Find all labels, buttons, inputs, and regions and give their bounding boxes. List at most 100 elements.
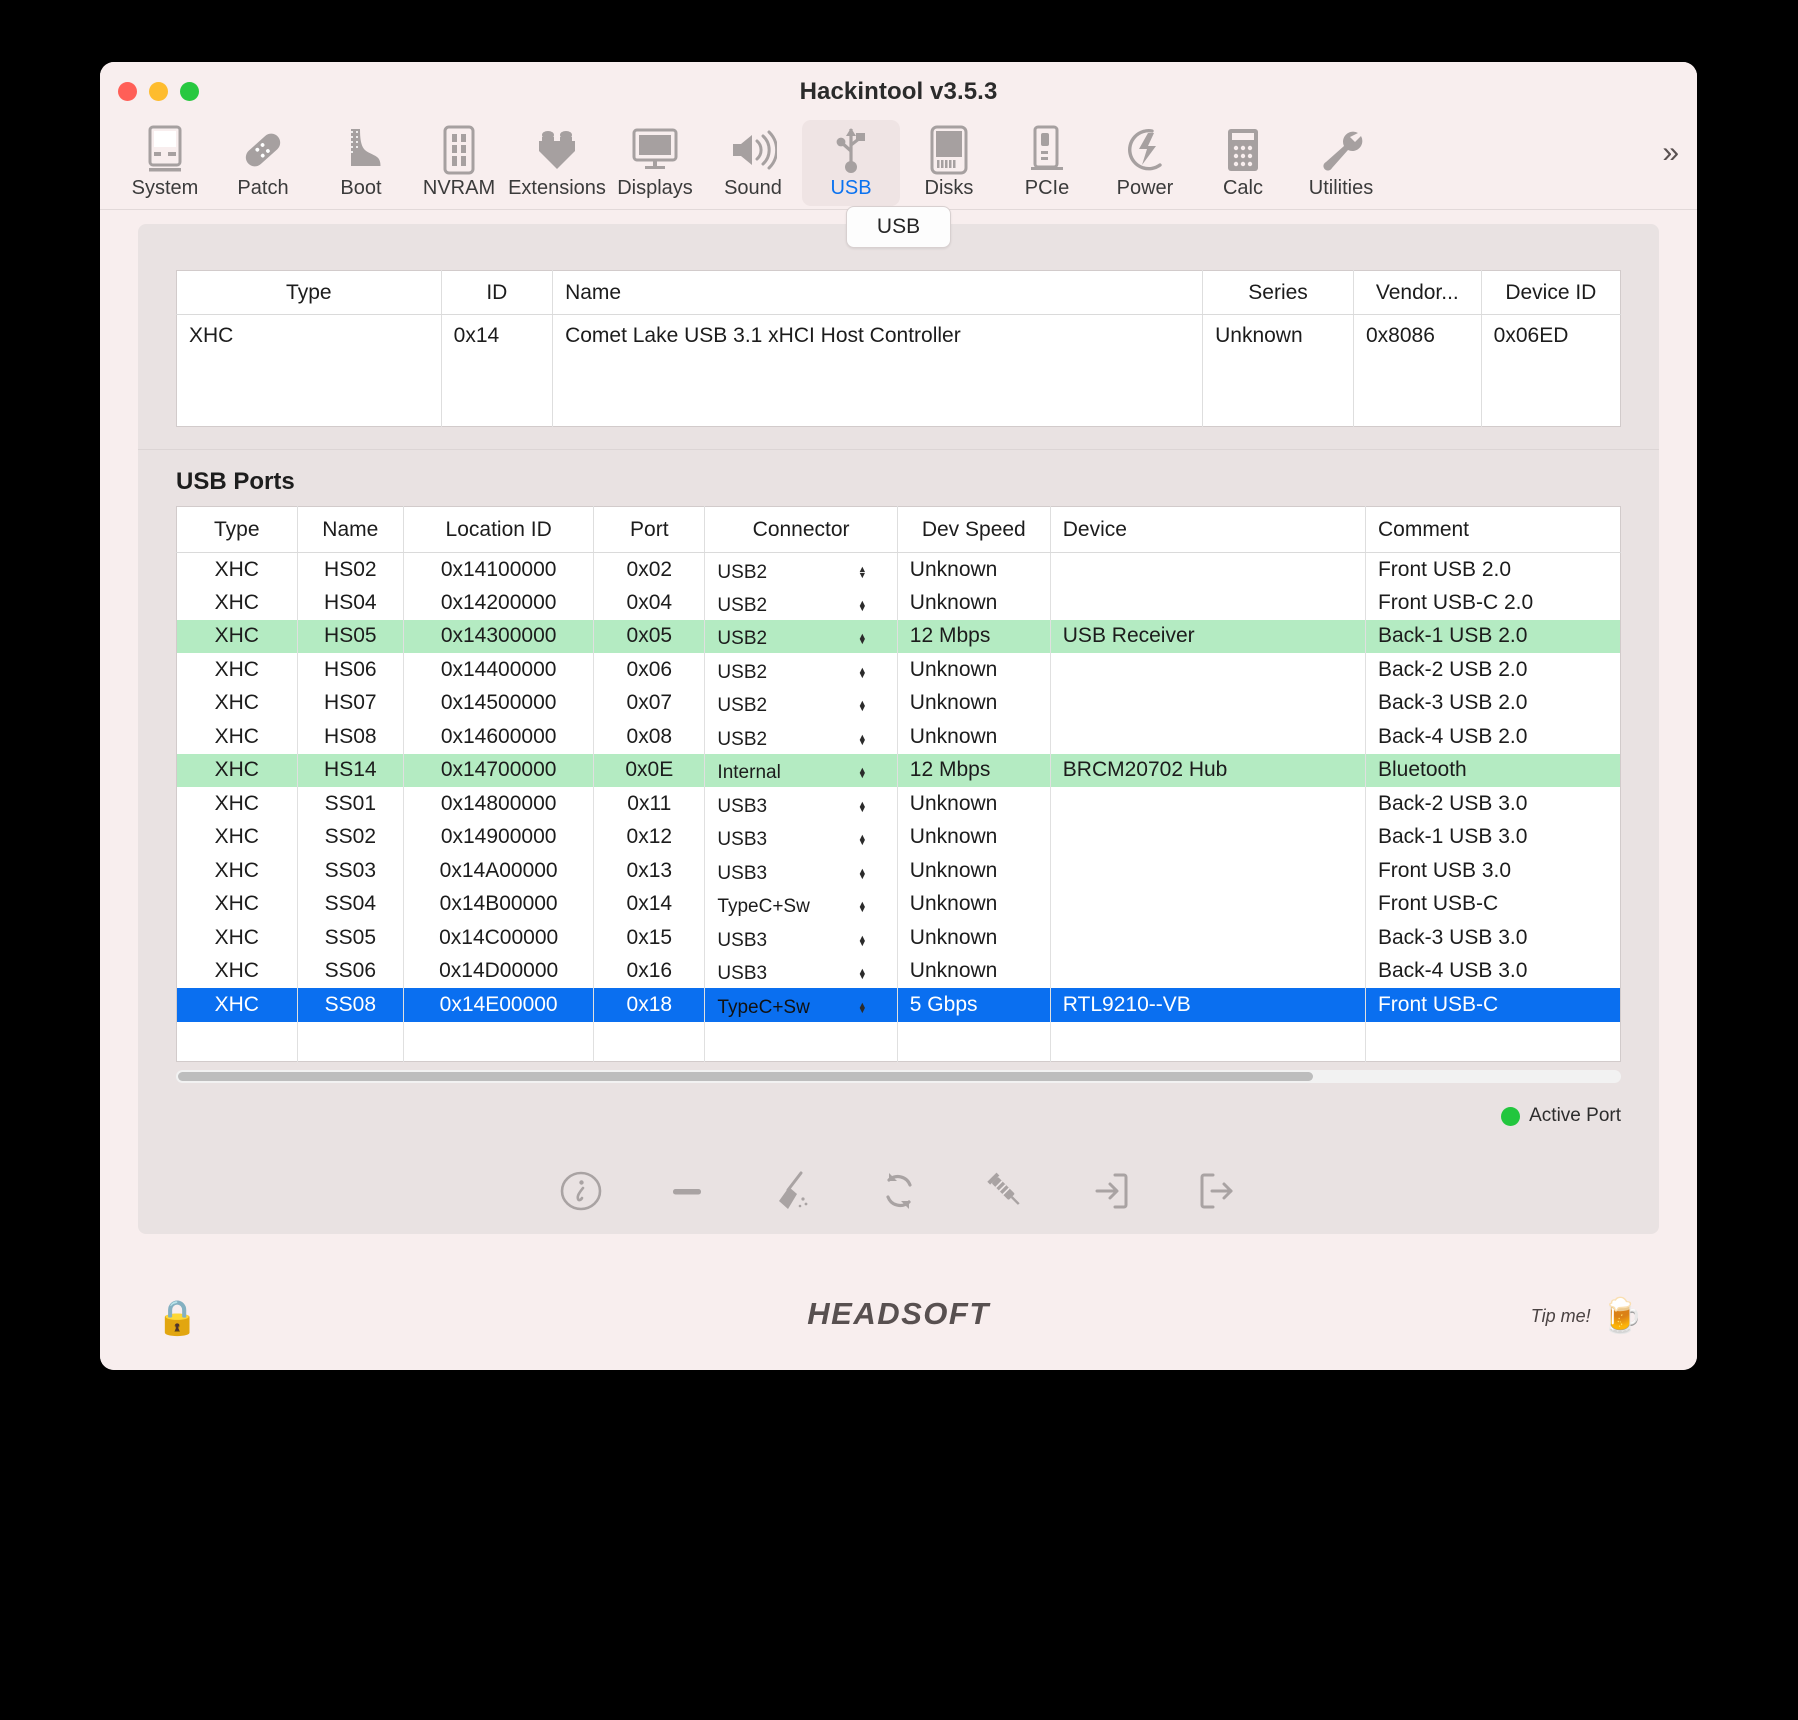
scrollbar-thumb[interactable] xyxy=(178,1072,1313,1081)
toolbar-item-pcie[interactable]: PCIe xyxy=(998,120,1096,206)
cell-location-id: 0x14600000 xyxy=(403,720,595,754)
column-header-type[interactable]: Type xyxy=(176,270,442,315)
table-row[interactable]: XHC HS04 0x14200000 0x04 USB2 ▲ ▼ Unknown Front … xyxy=(176,586,1621,620)
chevron-updown-icon[interactable]: ▲ ▼ xyxy=(858,967,867,981)
toolbar-item-calc[interactable]: Calc xyxy=(1194,120,1292,206)
chevron-updown-icon[interactable]: ▲ ▼ xyxy=(858,799,867,813)
chevron-updown-icon[interactable]: ▲ ▼ xyxy=(858,598,867,612)
toolbar-item-nvram[interactable]: NVRAM xyxy=(410,120,508,206)
chevron-updown-icon[interactable]: ▲ ▼ xyxy=(858,699,867,713)
cell-comment: Back-2 USB 3.0 xyxy=(1377,791,1528,815)
table-row[interactable]: XHC SS01 0x14800000 0x11 USB3 ▲ ▼ Unknown Back-2… xyxy=(176,787,1621,821)
refresh-icon[interactable] xyxy=(873,1165,925,1217)
connector-dropdown[interactable]: USB3 ▲ ▼ xyxy=(704,954,898,988)
column-header-dev-speed[interactable]: Dev Speed xyxy=(897,506,1051,553)
connector-dropdown[interactable]: USB2 ▲ ▼ xyxy=(704,653,898,687)
connector-dropdown[interactable]: USB2 ▲ ▼ xyxy=(704,686,898,720)
connector-dropdown[interactable]: TypeC+Sw ▲ ▼ xyxy=(704,887,898,921)
broom-icon[interactable] xyxy=(767,1165,819,1217)
column-header-connector[interactable]: Connector xyxy=(704,506,898,553)
cell-type: XHC xyxy=(176,988,298,1022)
tab-usb[interactable]: USB xyxy=(845,206,952,248)
chevron-updown-icon[interactable]: ▲ ▼ xyxy=(858,933,867,947)
column-header-port[interactable]: Port xyxy=(593,506,706,553)
connector-dropdown[interactable]: USB2 ▲ ▼ xyxy=(704,552,898,586)
column-header-device[interactable]: Device xyxy=(1050,506,1366,553)
table-row[interactable]: XHC SS04 0x14B00000 0x14 TypeC+Sw ▲ ▼ Unknown Fr… xyxy=(176,887,1621,921)
toolbar-item-extensions[interactable]: Extensions xyxy=(508,120,606,206)
syringe-icon[interactable] xyxy=(979,1165,1031,1217)
toolbar-item-boot[interactable]: Boot xyxy=(312,120,410,206)
connector-value: USB2 xyxy=(717,695,768,717)
connector-dropdown[interactable]: USB2 ▲ ▼ xyxy=(704,586,898,620)
controller-table-header-row: Type ID Name Series Vendor... Device ID xyxy=(176,270,1621,315)
column-header-device-id[interactable]: Device ID xyxy=(1481,270,1621,315)
chevron-updown-icon[interactable]: ▲ ▼ xyxy=(858,665,867,679)
table-row[interactable]: XHC HS14 0x14700000 0x0E Internal ▲ ▼ 12 Mbps BR… xyxy=(176,753,1621,787)
toolbar-item-power[interactable]: Power xyxy=(1096,120,1194,206)
connector-dropdown[interactable]: Internal ▲ ▼ xyxy=(704,753,898,787)
chevron-updown-icon[interactable]: ▲ ▼ xyxy=(858,900,867,914)
connector-dropdown[interactable]: TypeC+Sw ▲ ▼ xyxy=(704,988,898,1022)
action-toolbar xyxy=(138,1127,1659,1217)
toolbar-item-usb[interactable]: USB xyxy=(802,120,900,206)
connector-dropdown[interactable]: USB2 ▲ ▼ xyxy=(704,619,898,653)
main-toolbar: System Patch Boot NVRAM Extensions Displ… xyxy=(100,120,1697,210)
cell-type: XHC xyxy=(176,787,298,821)
connector-dropdown[interactable]: USB3 ▲ ▼ xyxy=(704,921,898,955)
chevron-updown-icon[interactable]: ▲ ▼ xyxy=(858,1000,867,1014)
import-icon[interactable] xyxy=(1085,1165,1137,1217)
horizontal-scrollbar[interactable] xyxy=(176,1070,1621,1083)
column-header-vendor[interactable]: Vendor... xyxy=(1353,270,1482,315)
table-row[interactable]: XHC SS03 0x14A00000 0x13 USB3 ▲ ▼ Unknown Front … xyxy=(176,854,1621,888)
connector-dropdown[interactable]: USB3 ▲ ▼ xyxy=(704,820,898,854)
export-icon[interactable] xyxy=(1191,1165,1243,1217)
chevron-updown-icon[interactable]: ▲ ▼ xyxy=(858,866,867,880)
table-row[interactable]: XHC HS07 0x14500000 0x07 USB2 ▲ ▼ Unknown Back-3… xyxy=(176,686,1621,720)
toolbar-item-displays[interactable]: Displays xyxy=(606,120,704,206)
column-header-name[interactable]: Name xyxy=(552,270,1204,315)
chevron-updown-icon[interactable]: ▲ ▼ xyxy=(858,632,867,646)
info-icon[interactable] xyxy=(555,1165,607,1217)
toolbar-item-label: Utilities xyxy=(1308,177,1374,199)
column-header-series[interactable]: Series xyxy=(1202,270,1354,315)
connector-value: USB2 xyxy=(717,594,768,616)
toolbar-item-system[interactable]: System xyxy=(116,120,214,206)
table-row[interactable]: XHC HS02 0x14100000 0x02 USB2 ▲ ▼ Unknown Front … xyxy=(176,552,1621,586)
column-header-type[interactable]: Type xyxy=(176,506,298,553)
minus-icon[interactable] xyxy=(661,1165,713,1217)
table-row[interactable]: XHC SS08 0x14E00000 0x18 TypeC+Sw ▲ ▼ 5 Gbps RTL… xyxy=(176,988,1621,1022)
connector-dropdown[interactable]: USB3 ▲ ▼ xyxy=(704,787,898,821)
column-header-comment[interactable]: Comment xyxy=(1365,506,1621,553)
table-row[interactable]: XHC HS06 0x14400000 0x06 USB2 ▲ ▼ Unknown Back-2… xyxy=(176,653,1621,687)
chevron-updown-icon[interactable]: ▲ ▼ xyxy=(858,732,867,746)
connector-value: USB2 xyxy=(717,561,768,583)
chevron-updown-icon[interactable]: ▲ ▼ xyxy=(858,766,867,780)
cell-location-id: 0x14900000 xyxy=(403,820,595,854)
cell-port: 0x05 xyxy=(593,619,706,653)
connector-value: TypeC+Sw xyxy=(717,896,810,918)
connector-dropdown[interactable]: USB3 ▲ ▼ xyxy=(704,854,898,888)
toolbar-item-disks[interactable]: Disks xyxy=(900,120,998,206)
cell-port: 0x08 xyxy=(593,720,706,754)
table-row[interactable]: XHC HS08 0x14600000 0x08 USB2 ▲ ▼ Unknown Back-4… xyxy=(176,720,1621,754)
table-row[interactable]: XHC 0x14 Comet Lake USB 3.1 xHCI Host Co… xyxy=(176,314,1621,361)
table-row[interactable]: XHC SS02 0x14900000 0x12 USB3 ▲ ▼ Unknown Back-1… xyxy=(176,820,1621,854)
column-header-id[interactable]: ID xyxy=(441,270,554,315)
cell-type: XHC xyxy=(176,854,298,888)
column-header-name[interactable]: Name xyxy=(297,506,405,553)
table-row[interactable]: XHC HS05 0x14300000 0x05 USB2 ▲ ▼ 12 Mbps USB Re… xyxy=(176,619,1621,653)
toolbar-overflow-icon[interactable]: » xyxy=(1662,138,1679,168)
toolbar-item-patch[interactable]: Patch xyxy=(214,120,312,206)
toolbar-item-sound[interactable]: Sound xyxy=(704,120,802,206)
toolbar-item-utilities[interactable]: Utilities xyxy=(1292,120,1390,206)
table-row[interactable]: XHC SS06 0x14D00000 0x16 USB3 ▲ ▼ Unknown Back-4… xyxy=(176,954,1621,988)
usb-icon xyxy=(831,124,871,176)
cell-device xyxy=(1050,854,1366,888)
column-header-location-id[interactable]: Location ID xyxy=(403,506,595,553)
table-row[interactable]: XHC SS05 0x14C00000 0x15 USB3 ▲ ▼ Unknown Back-3… xyxy=(176,921,1621,955)
chevron-updown-icon[interactable]: ▲ ▼ xyxy=(858,565,867,579)
chevron-updown-icon[interactable]: ▲ ▼ xyxy=(858,833,867,847)
connector-dropdown[interactable]: USB2 ▲ ▼ xyxy=(704,720,898,754)
tip-me-button[interactable]: Tip me! 🍺 xyxy=(1531,1296,1643,1336)
